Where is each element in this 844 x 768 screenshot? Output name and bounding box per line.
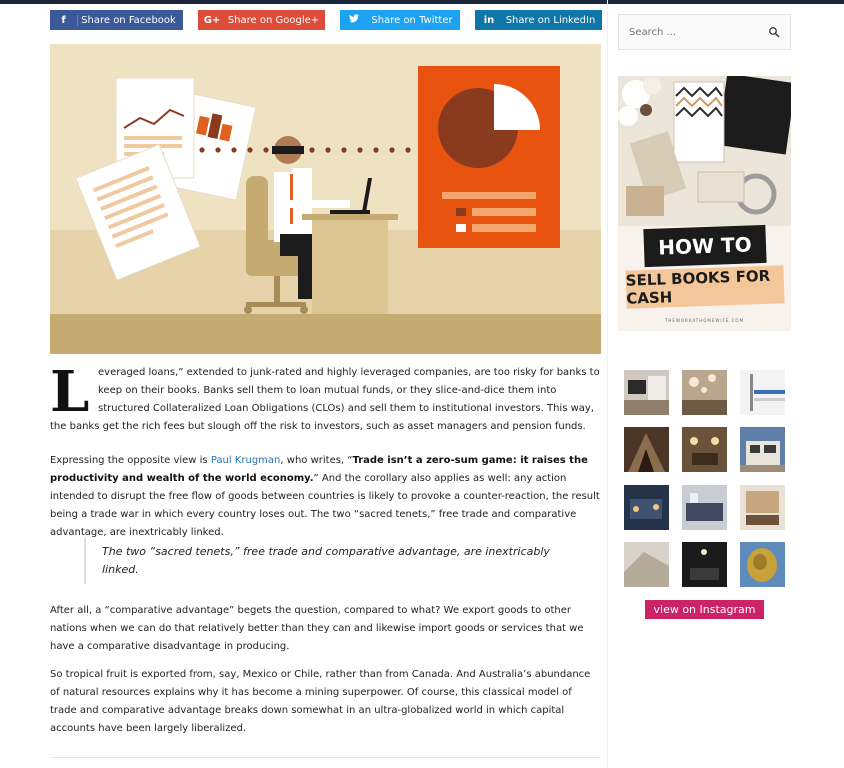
article-paragraph-3: After all, a “comparative advantage” beg… [50,605,584,652]
instagram-thumb-4[interactable] [624,427,669,472]
share-google-button[interactable]: G+ Share on Google+ [198,10,325,30]
instagram-thumb-5[interactable] [682,427,727,472]
share-linkedin-button[interactable]: in Share on LinkedIn [475,10,602,30]
instagram-thumb-1[interactable] [624,370,669,415]
google-plus-icon: G+ [203,14,221,26]
top-bar [0,0,844,4]
view-on-instagram-button[interactable]: view on Instagram [645,600,764,619]
instagram-thumb-10[interactable] [624,542,669,587]
search-icon[interactable] [768,26,780,38]
paragraph-2-intro: Expressing the opposite view is [50,455,211,466]
article-paragraph-4: So tropical fruit is exported from, say,… [50,669,591,734]
sidebar-divider [607,0,608,768]
paragraph-1-text: everaged loans,” extended to junk-rated … [50,367,600,432]
instagram-thumb-6[interactable] [740,427,785,472]
article-paragraph-2: Expressing the opposite view is Paul Kru… [50,452,601,542]
instagram-thumb-2[interactable] [682,370,727,415]
share-twitter-button[interactable]: Share on Twitter [340,10,460,30]
ad-credit: THEWORKATHOMEWIFE.COM [664,318,745,323]
hero-illustration [50,44,601,354]
twitter-icon [340,14,368,26]
instagram-thumb-9[interactable] [740,485,785,530]
drop-cap: L [50,359,90,425]
divider [50,757,601,758]
search-box [618,14,791,50]
article-body: L everaged loans,” extended to junk-rate… [50,364,601,734]
instagram-thumb-11[interactable] [682,542,727,587]
ad-title-line-2: SELL BOOKS FOR CASH [625,265,785,309]
blockquote-text: The two “sacred tenets,” free trade and … [102,545,550,576]
instagram-thumb-3[interactable] [740,370,785,415]
sell-books-ad[interactable]: HOW TO SELL BOOKS FOR CASH THEWORKATHOME… [618,76,791,331]
linkedin-icon: in [483,14,495,26]
share-facebook-label: Share on Facebook [81,14,176,26]
instagram-thumb-8[interactable] [682,485,727,530]
blockquote: The two “sacred tenets,” free trade and … [84,538,584,584]
share-twitter-label: Share on Twitter [371,14,453,26]
instagram-thumb-7[interactable] [624,485,669,530]
search-input[interactable] [629,26,768,38]
share-facebook-button[interactable]: f Share on Facebook [50,10,183,30]
facebook-icon: f [50,14,78,26]
ad-title-line-1: HOW TO [643,224,767,268]
share-linkedin-label: Share on LinkedIn [505,14,596,26]
paragraph-2-mid: , who writes, “ [280,455,353,466]
instagram-thumb-12[interactable] [740,542,785,587]
article-paragraph-1: L everaged loans,” extended to junk-rate… [50,364,601,440]
paul-krugman-link[interactable]: Paul Krugman [211,455,281,466]
share-google-label: Share on Google+ [227,14,320,26]
